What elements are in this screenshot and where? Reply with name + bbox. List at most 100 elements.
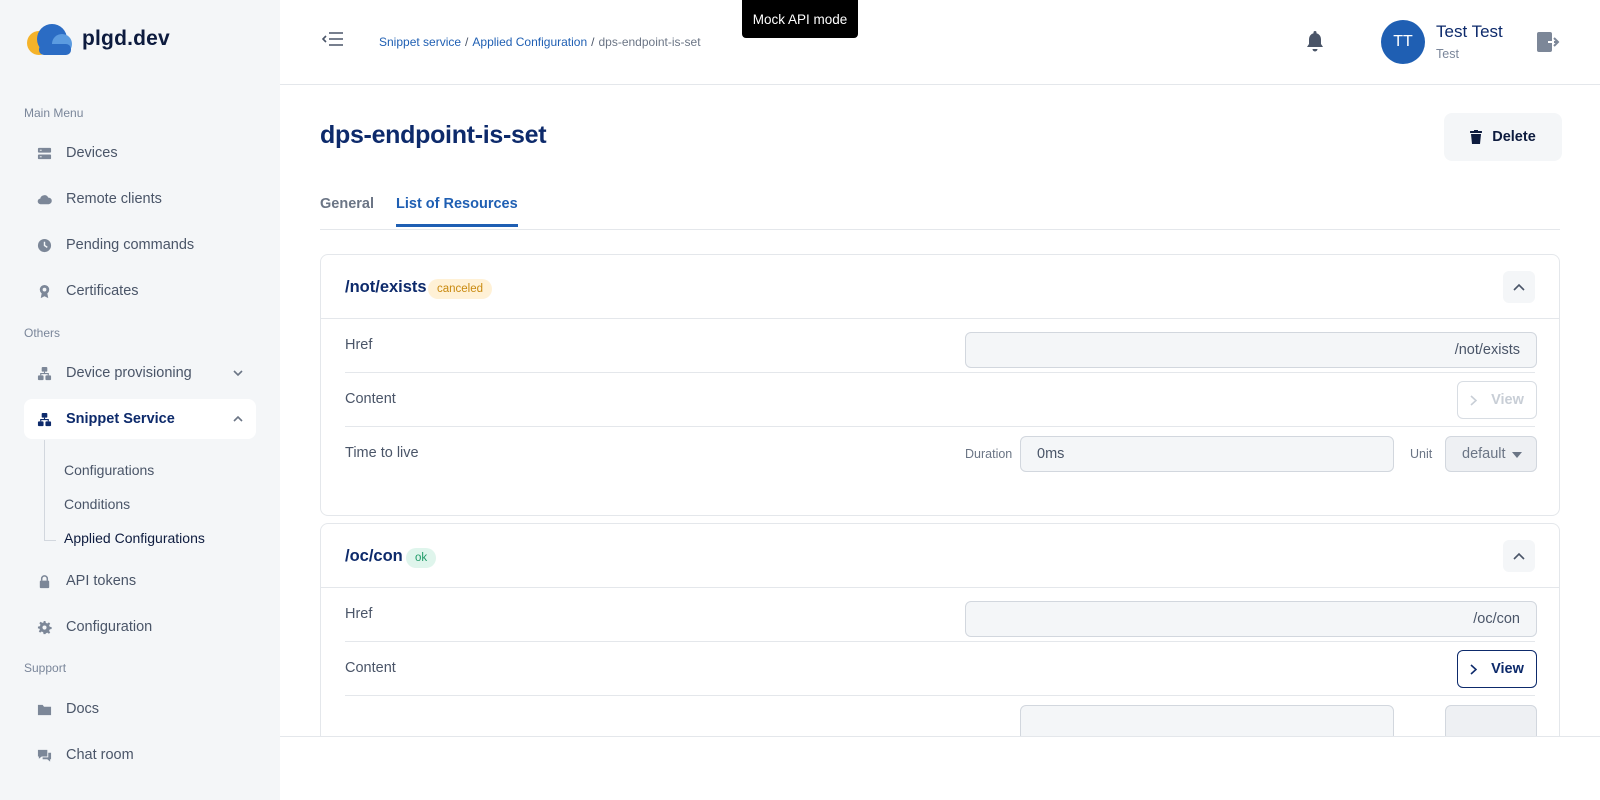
unit-select-value: default xyxy=(1462,446,1506,462)
ttl-row: Time to live Duration Unit default xyxy=(345,427,1537,481)
caret-down-icon xyxy=(1512,452,1522,458)
section-support: Support xyxy=(24,661,67,675)
sidebar-item-label: API tokens xyxy=(66,573,137,589)
sidebar-item-label: Configuration xyxy=(66,619,153,635)
subtree-branch xyxy=(44,540,56,541)
sidebar-item-devices[interactable]: Devices xyxy=(24,133,256,173)
bell-icon[interactable] xyxy=(1305,30,1327,54)
chevron-down-icon xyxy=(232,367,244,379)
content-row: Content View xyxy=(345,642,1537,696)
subtree-line xyxy=(44,440,45,540)
breadcrumb-separator: / xyxy=(591,35,595,49)
breadcrumb-separator: / xyxy=(465,35,469,49)
sidebar-item-label: Snippet Service xyxy=(66,411,175,427)
avatar[interactable]: TT xyxy=(1381,20,1425,64)
ttl-label: Time to live xyxy=(345,445,419,461)
duration-field-partial[interactable] xyxy=(1020,705,1394,736)
duration-label: Duration xyxy=(965,447,1013,461)
sidebar-item-label: Devices xyxy=(66,145,118,161)
lock-icon xyxy=(36,573,52,589)
chevron-up-icon xyxy=(232,413,244,425)
collapse-button[interactable] xyxy=(1503,540,1535,572)
href-label: Href xyxy=(345,337,373,353)
section-others: Others xyxy=(24,326,61,340)
collapse-button[interactable] xyxy=(1503,271,1535,303)
sidebar-item-label: Remote clients xyxy=(66,191,162,207)
href-field[interactable] xyxy=(965,332,1537,368)
sidebar-item-label: Chat room xyxy=(66,747,134,763)
cloud-logo-icon xyxy=(27,24,72,55)
sidebar-subitem-conditions[interactable]: Conditions xyxy=(64,496,130,512)
folder-icon xyxy=(36,701,52,717)
top-header: Snippet service / Applied Configuration / dp… xyxy=(280,0,1600,85)
delete-button-label: Delete xyxy=(1492,129,1536,145)
resource-card: /not/exists canceled Href Content View T… xyxy=(320,254,1560,516)
sidebar-subitem-applied-configurations[interactable]: Applied Configurations xyxy=(64,530,205,546)
href-field[interactable] xyxy=(965,601,1537,637)
main-content: dps-endpoint-is-set Delete General List … xyxy=(280,86,1600,736)
network-icon xyxy=(36,411,52,427)
footer-divider xyxy=(280,736,1600,737)
status-badge: ok xyxy=(406,548,437,568)
unit-select[interactable]: default xyxy=(1445,436,1537,472)
sidebar-item-label: Certificates xyxy=(66,283,139,299)
sidebar-item-certificates[interactable]: Certificates xyxy=(24,271,256,311)
sidebar: plgd.dev Main Menu Devices Remote client… xyxy=(0,0,280,800)
sidebar-item-docs[interactable]: Docs xyxy=(24,689,256,729)
view-button-label: View xyxy=(1491,661,1524,677)
user-name: Test Test xyxy=(1436,22,1503,41)
unit-label: Unit xyxy=(1410,447,1433,461)
view-button[interactable]: View xyxy=(1457,650,1537,688)
status-badge: canceled xyxy=(428,279,493,299)
gear-icon xyxy=(36,619,52,635)
sidebar-item-label: Docs xyxy=(66,701,100,717)
sidebar-subitem-configurations[interactable]: Configurations xyxy=(64,462,154,478)
chevron-up-icon xyxy=(1513,283,1525,291)
trash-icon xyxy=(1470,130,1483,144)
resource-title: /not/exists xyxy=(345,278,427,296)
sidebar-item-configuration[interactable]: Configuration xyxy=(24,607,256,647)
resource-card-header: /oc/con ok xyxy=(321,524,1559,588)
user-role: Test xyxy=(1436,47,1459,61)
chevron-up-icon xyxy=(1513,552,1525,560)
devices-icon xyxy=(36,145,52,161)
href-row: Href xyxy=(345,588,1537,642)
delete-button[interactable]: Delete xyxy=(1444,113,1562,161)
content-label: Content xyxy=(345,391,396,407)
sidebar-item-label: Device provisioning xyxy=(66,365,192,381)
sidebar-item-label: Pending commands xyxy=(66,237,195,253)
unit-select-partial[interactable] xyxy=(1445,705,1537,736)
logout-icon[interactable] xyxy=(1536,31,1560,53)
ttl-row xyxy=(345,696,1537,736)
view-button-label: View xyxy=(1491,392,1524,408)
logo[interactable]: plgd.dev xyxy=(24,22,170,56)
breadcrumb: Snippet service / Applied Configuration / dp… xyxy=(379,35,701,49)
sidebar-item-pending-commands[interactable]: Pending commands xyxy=(24,225,256,265)
resource-title: /oc/con xyxy=(345,547,403,565)
tab-list-of-resources[interactable]: List of Resources xyxy=(396,196,518,227)
duration-field[interactable] xyxy=(1020,436,1394,472)
section-main-menu: Main Menu xyxy=(24,106,84,120)
sidebar-item-api-tokens[interactable]: API tokens xyxy=(24,561,256,601)
logo-text: plgd.dev xyxy=(82,27,170,50)
breadcrumb-applied-configuration[interactable]: Applied Configuration xyxy=(472,35,587,49)
chevron-right-icon xyxy=(1470,394,1478,406)
menu-collapse-icon[interactable] xyxy=(321,30,344,48)
breadcrumb-current: dps-endpoint-is-set xyxy=(598,35,701,49)
page-title: dps-endpoint-is-set xyxy=(320,121,547,149)
sidebar-item-remote-clients[interactable]: Remote clients xyxy=(24,179,256,219)
tab-general[interactable]: General xyxy=(320,196,374,224)
resource-card: /oc/con ok Href Content View xyxy=(320,523,1560,736)
mock-api-badge: Mock API mode xyxy=(742,0,858,38)
breadcrumb-snippet-service[interactable]: Snippet service xyxy=(379,35,461,49)
chat-icon xyxy=(36,747,52,763)
certificate-icon xyxy=(36,283,52,299)
resource-card-header: /not/exists canceled xyxy=(321,255,1559,319)
href-row: Href xyxy=(345,319,1537,373)
sidebar-item-chat-room[interactable]: Chat room xyxy=(24,735,256,775)
sidebar-item-snippet-service[interactable]: Snippet Service xyxy=(24,399,256,439)
sidebar-item-device-provisioning[interactable]: Device provisioning xyxy=(24,353,256,393)
view-button[interactable]: View xyxy=(1457,381,1537,419)
tab-bar: General List of Resources xyxy=(320,186,1560,230)
cloud-icon xyxy=(36,191,52,207)
